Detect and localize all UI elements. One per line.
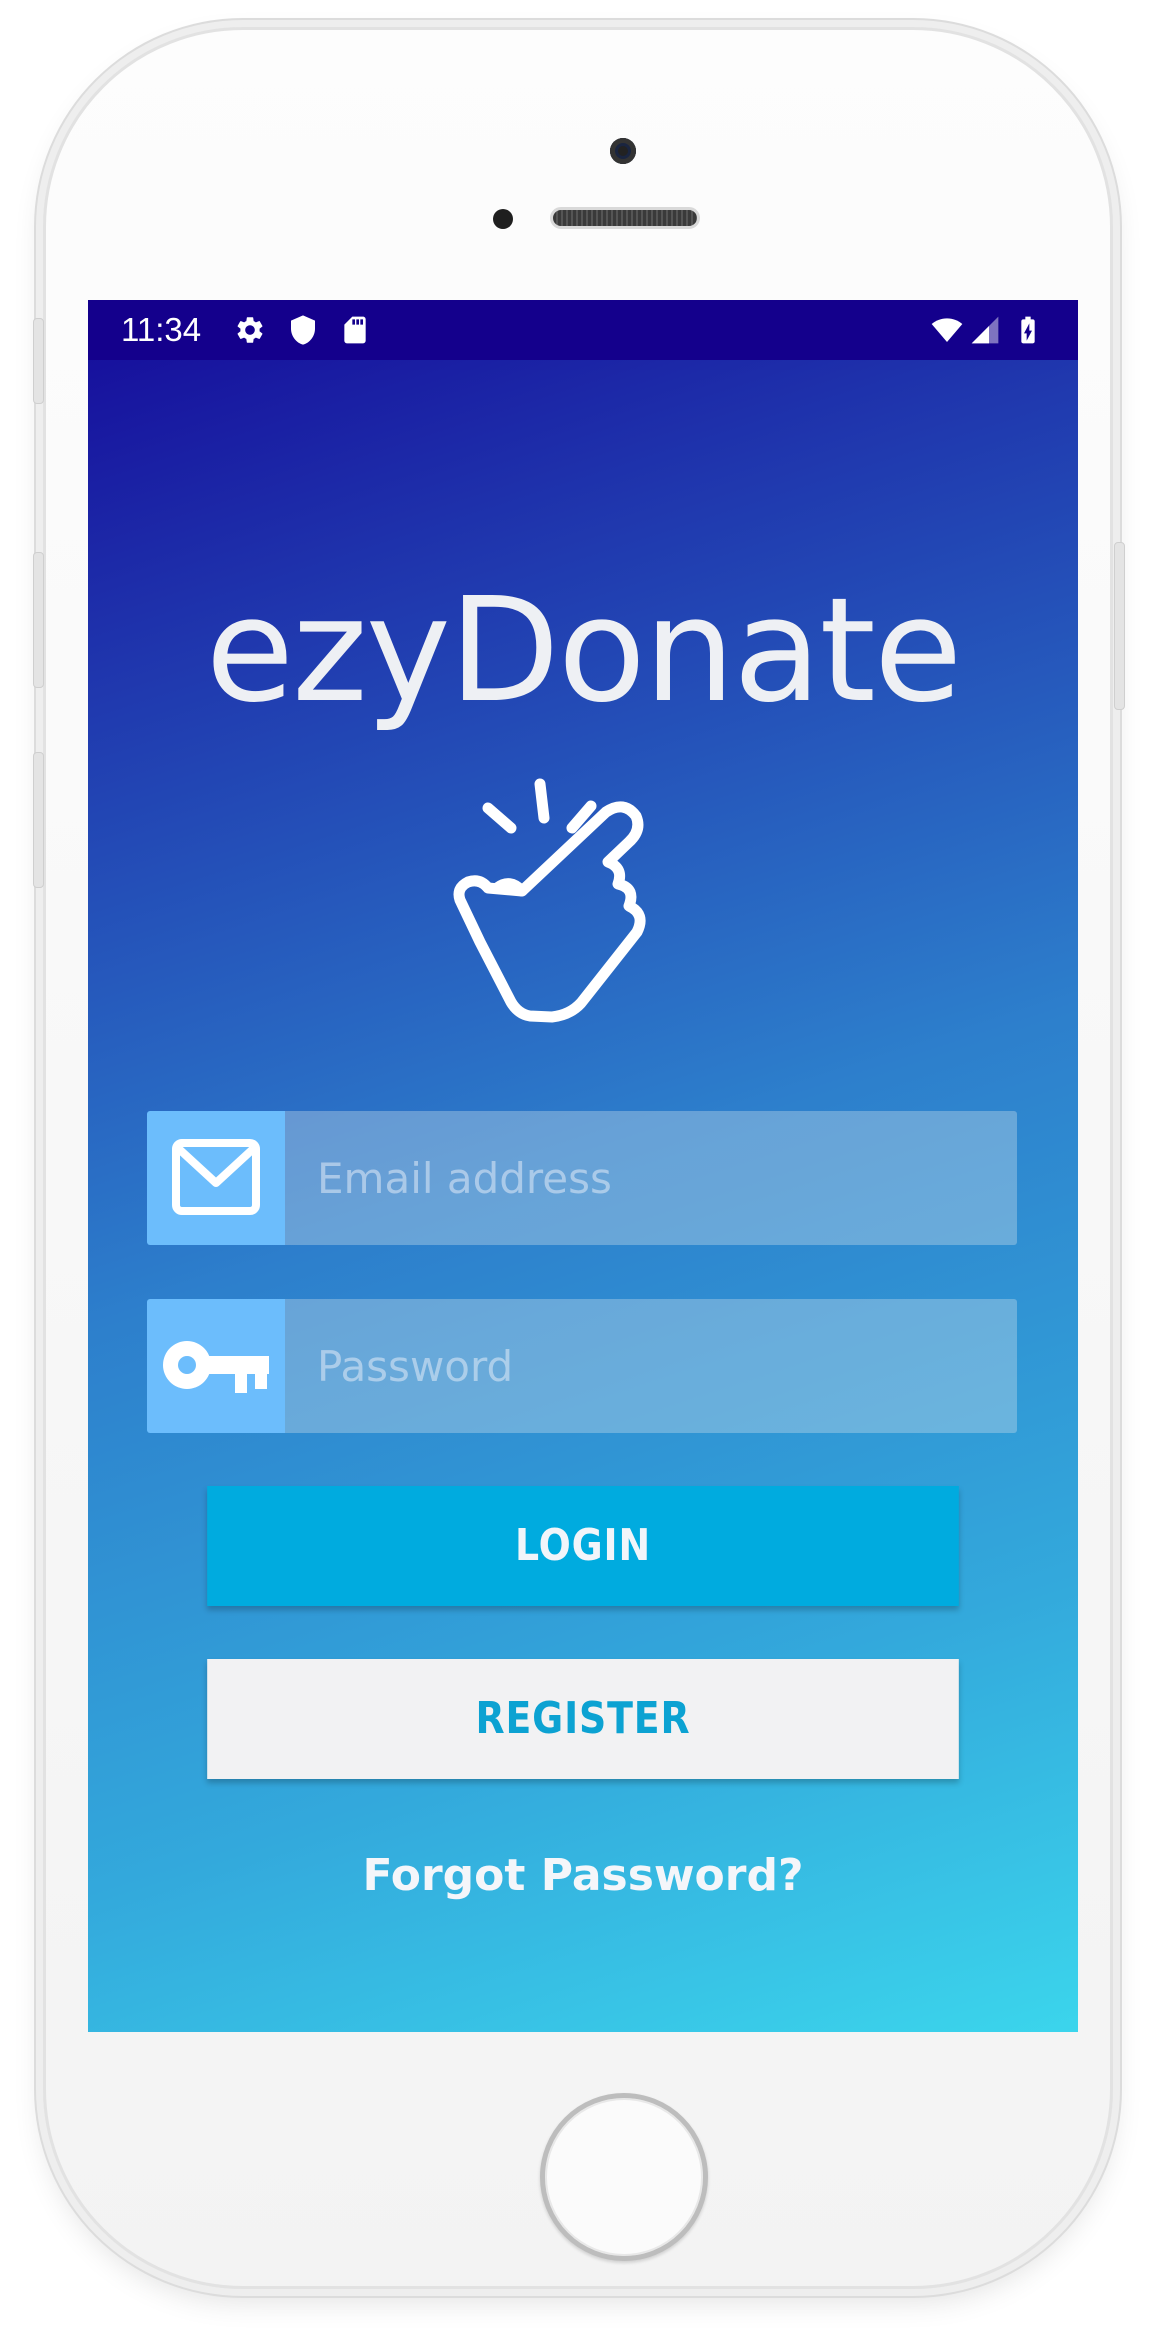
- register-button[interactable]: REGISTER: [207, 1659, 959, 1779]
- mail-icon: [172, 1139, 260, 1215]
- power-button: [1114, 542, 1125, 710]
- password-icon-box: [147, 1299, 285, 1433]
- forgot-password-link[interactable]: Forgot Password?: [88, 1848, 1078, 1904]
- proximity-sensor: [493, 209, 513, 229]
- password-field-group: [147, 1299, 1017, 1433]
- cellular-signal-icon: [971, 316, 999, 344]
- key-icon: [163, 1341, 269, 1393]
- front-camera: [610, 138, 636, 164]
- snap-finger-hand-icon: [453, 778, 646, 1023]
- email-field-group: [147, 1111, 1017, 1245]
- volume-down-button: [33, 752, 44, 888]
- login-button[interactable]: LOGIN: [207, 1486, 959, 1606]
- volume-up-button: [33, 552, 44, 688]
- mute-switch: [33, 318, 44, 404]
- password-input[interactable]: [285, 1299, 1017, 1433]
- app-title: ezyDonate: [205, 566, 963, 734]
- settings-icon: [237, 317, 263, 343]
- home-button[interactable]: [540, 2093, 708, 2261]
- battery-charging-icon: [1021, 316, 1035, 344]
- sd-card-icon: [344, 316, 366, 344]
- status-time: 11:34: [121, 311, 202, 348]
- status-bar: 11:34: [88, 300, 1078, 360]
- email-input[interactable]: [285, 1111, 1017, 1245]
- shield-icon: [291, 315, 315, 345]
- email-icon-box: [147, 1111, 285, 1245]
- app-screen: 11:34 ezyDonate Email address LOGIN REGI…: [88, 300, 1078, 2032]
- wifi-icon: [931, 318, 963, 342]
- earpiece-speaker: [550, 207, 700, 229]
